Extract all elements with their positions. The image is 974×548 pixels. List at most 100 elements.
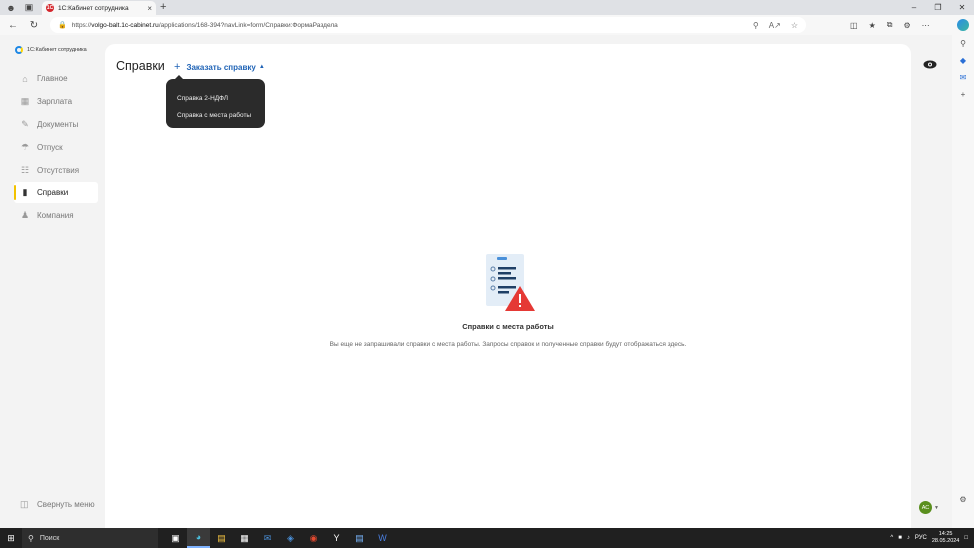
collapse-label: Свернуть меню <box>37 499 95 509</box>
mail-icon[interactable]: ✉ <box>256 528 279 548</box>
sidebar-item-home[interactable]: ⌂ Главное <box>14 68 98 89</box>
order-certificate-label: Заказать справку <box>186 62 256 72</box>
browser-toolbar: ◫ ★ ⧉ ⚙ ⋯ <box>850 15 930 35</box>
minimize-button[interactable]: – <box>902 0 926 15</box>
logo-icon <box>15 46 23 54</box>
notifications-icon[interactable]: □ <box>964 535 968 541</box>
edge-sidebar: ⚲ ◆ ✉ + ⚙ <box>952 15 974 528</box>
sidebar-item-label: Отсутствия <box>37 166 80 175</box>
browser-tab[interactable]: 1С 1С:Кабинет сотрудника × <box>42 1 156 15</box>
app-icon[interactable]: ◈ <box>279 528 302 548</box>
url-prefix: https:// <box>71 21 92 29</box>
order-certificate-button[interactable]: + Заказать справку ▲ <box>174 61 265 73</box>
sidebar-item-certificates[interactable]: ▮ Справки <box>14 182 98 203</box>
edge-browser-icon[interactable]: ◕ <box>187 528 210 548</box>
sidebar-item-label: Отпуск <box>37 143 63 152</box>
yandex-icon[interactable]: Y <box>325 528 348 548</box>
workspaces-icon[interactable]: ▣ <box>20 0 38 15</box>
sidebar-item-company[interactable]: ♟ Компания <box>14 205 98 226</box>
sidebar-item-label: Компания <box>37 211 74 220</box>
search-icon[interactable]: ⚲ <box>960 39 966 48</box>
browser-tab-strip: ☻ ▣ 1С 1С:Кабинет сотрудника × + – ❐ ✕ <box>0 0 974 15</box>
file-explorer-icon[interactable]: ▤ <box>210 528 233 548</box>
chevron-up-icon[interactable]: ^ <box>890 535 893 541</box>
read-aloud-icon[interactable]: A↗ <box>769 21 781 30</box>
plus-icon: + <box>174 61 181 73</box>
window-controls: – ❐ ✕ <box>902 0 974 15</box>
empty-state-illustration <box>486 254 535 311</box>
new-tab-button[interactable]: + <box>160 0 166 15</box>
menu-item-2ndfl[interactable]: Справка 2-НДФЛ <box>166 90 265 107</box>
tab-close-icon[interactable]: × <box>147 4 152 13</box>
search-icon: ⚲ <box>28 533 34 543</box>
outlook-icon[interactable]: ✉ <box>960 73 967 82</box>
documents-icon: ✎ <box>21 119 29 129</box>
order-dropdown-menu: Справка 2-НДФЛ Справка с места работы <box>166 75 265 128</box>
url-host: volgo-balt.1c-cabinet.ru <box>91 21 159 29</box>
word-icon[interactable]: W <box>371 528 394 548</box>
visibility-toggle[interactable] <box>920 56 940 72</box>
sidebar-item-documents[interactable]: ✎ Документы <box>14 114 98 135</box>
sidebar-item-absences[interactable]: ☷ Отсутствия <box>14 160 98 181</box>
sidebar-item-label: Главное <box>37 74 68 83</box>
chevron-down-icon: ▼ <box>934 504 939 511</box>
url-path: /applications/168-394?navLink=form/Справ… <box>158 21 338 29</box>
certificate-icon: ▮ <box>22 187 28 197</box>
address-row: ← ↻ 🔒 https://volgo-balt.1c-cabinet.ru/a… <box>0 15 974 35</box>
chrome-icon[interactable]: ◉ <box>302 528 325 548</box>
collapse-icon: ◫ <box>20 499 29 509</box>
task-view-icon[interactable]: ▣ <box>164 528 187 548</box>
eye-icon <box>923 60 937 68</box>
add-icon[interactable]: + <box>961 90 966 99</box>
address-bar[interactable]: 🔒 https://volgo-balt.1c-cabinet.ru/appli… <box>50 17 806 33</box>
language-indicator[interactable]: РУС <box>915 535 927 541</box>
shopping-icon[interactable]: ◆ <box>960 56 966 65</box>
avatar: АС <box>919 501 932 514</box>
key-icon[interactable]: ⚲ <box>753 21 759 30</box>
collections-icon[interactable]: ⧉ <box>887 20 893 30</box>
company-icon: ♟ <box>20 210 30 220</box>
sidebar-item-salary[interactable]: ▦ Зарплата <box>14 91 98 112</box>
clock-time: 14:25 <box>938 531 953 537</box>
back-icon[interactable]: ← <box>3 20 23 31</box>
sidebar-item-vacation[interactable]: ☂ Отпуск <box>14 137 98 158</box>
start-button[interactable]: ⊞ <box>0 533 22 544</box>
favorite-star-icon[interactable]: ☆ <box>791 21 798 30</box>
settings-icon[interactable]: ⚙ <box>959 495 966 504</box>
system-tray: ^ ■ ♪ РУС 14:25 28.05.2024 □ <box>890 528 974 548</box>
favorites-icon[interactable]: ★ <box>869 21 876 30</box>
menu-item-employment-certificate[interactable]: Справка с места работы <box>166 107 265 124</box>
windows-taskbar: ⊞ ⚲ Поиск ▣ ◕ ▤ ▦ ✉ ◈ ◉ Y ▤ W ^ ■ ♪ РУС … <box>0 528 974 548</box>
taskbar-search[interactable]: ⚲ Поиск <box>22 528 158 548</box>
collapse-menu-button[interactable]: ◫ Свернуть меню <box>20 499 95 509</box>
calendar-icon: ☷ <box>20 165 30 175</box>
extensions-icon[interactable]: ⚙ <box>903 21 910 30</box>
close-window-button[interactable]: ✕ <box>950 0 974 15</box>
empty-state-text: Вы еще не запрашивали справки с места ра… <box>329 341 687 348</box>
app-logo[interactable]: 1С:Кабинет сотрудника <box>15 46 87 54</box>
volume-icon[interactable]: ♪ <box>907 535 910 541</box>
calculator-icon[interactable]: ▤ <box>348 528 371 548</box>
main-content: Справки + Заказать справку ▲ Справка 2-Н… <box>105 44 911 528</box>
app-window: 1С:Кабинет сотрудника ⌂ Главное ▦ Зарпла… <box>0 35 952 528</box>
maximize-button[interactable]: ❐ <box>926 0 950 15</box>
profile-icon[interactable]: ☻ <box>2 0 20 15</box>
chevron-up-icon: ▲ <box>258 64 265 70</box>
clock-date: 28.05.2024 <box>931 538 960 544</box>
split-screen-icon[interactable]: ◫ <box>850 21 858 30</box>
home-icon: ⌂ <box>22 73 28 84</box>
user-menu[interactable]: АС ▼ <box>919 501 939 514</box>
empty-state-title: Справки с места работы <box>462 322 554 331</box>
tab-title: 1С:Кабинет сотрудника <box>58 4 129 12</box>
tab-favicon: 1С <box>46 4 54 12</box>
logo-text: 1С:Кабинет сотрудника <box>27 47 87 53</box>
store-icon[interactable]: ▦ <box>233 528 256 548</box>
sidebar-item-label: Справки <box>37 188 69 197</box>
clock[interactable]: 14:25 28.05.2024 <box>932 531 960 545</box>
lock-icon[interactable]: 🔒 <box>58 21 67 29</box>
more-icon[interactable]: ⋯ <box>922 21 930 30</box>
refresh-icon[interactable]: ↻ <box>24 20 44 31</box>
network-icon[interactable]: ■ <box>898 535 902 541</box>
copilot-icon[interactable] <box>957 19 969 31</box>
sidebar-item-label: Документы <box>37 120 79 129</box>
